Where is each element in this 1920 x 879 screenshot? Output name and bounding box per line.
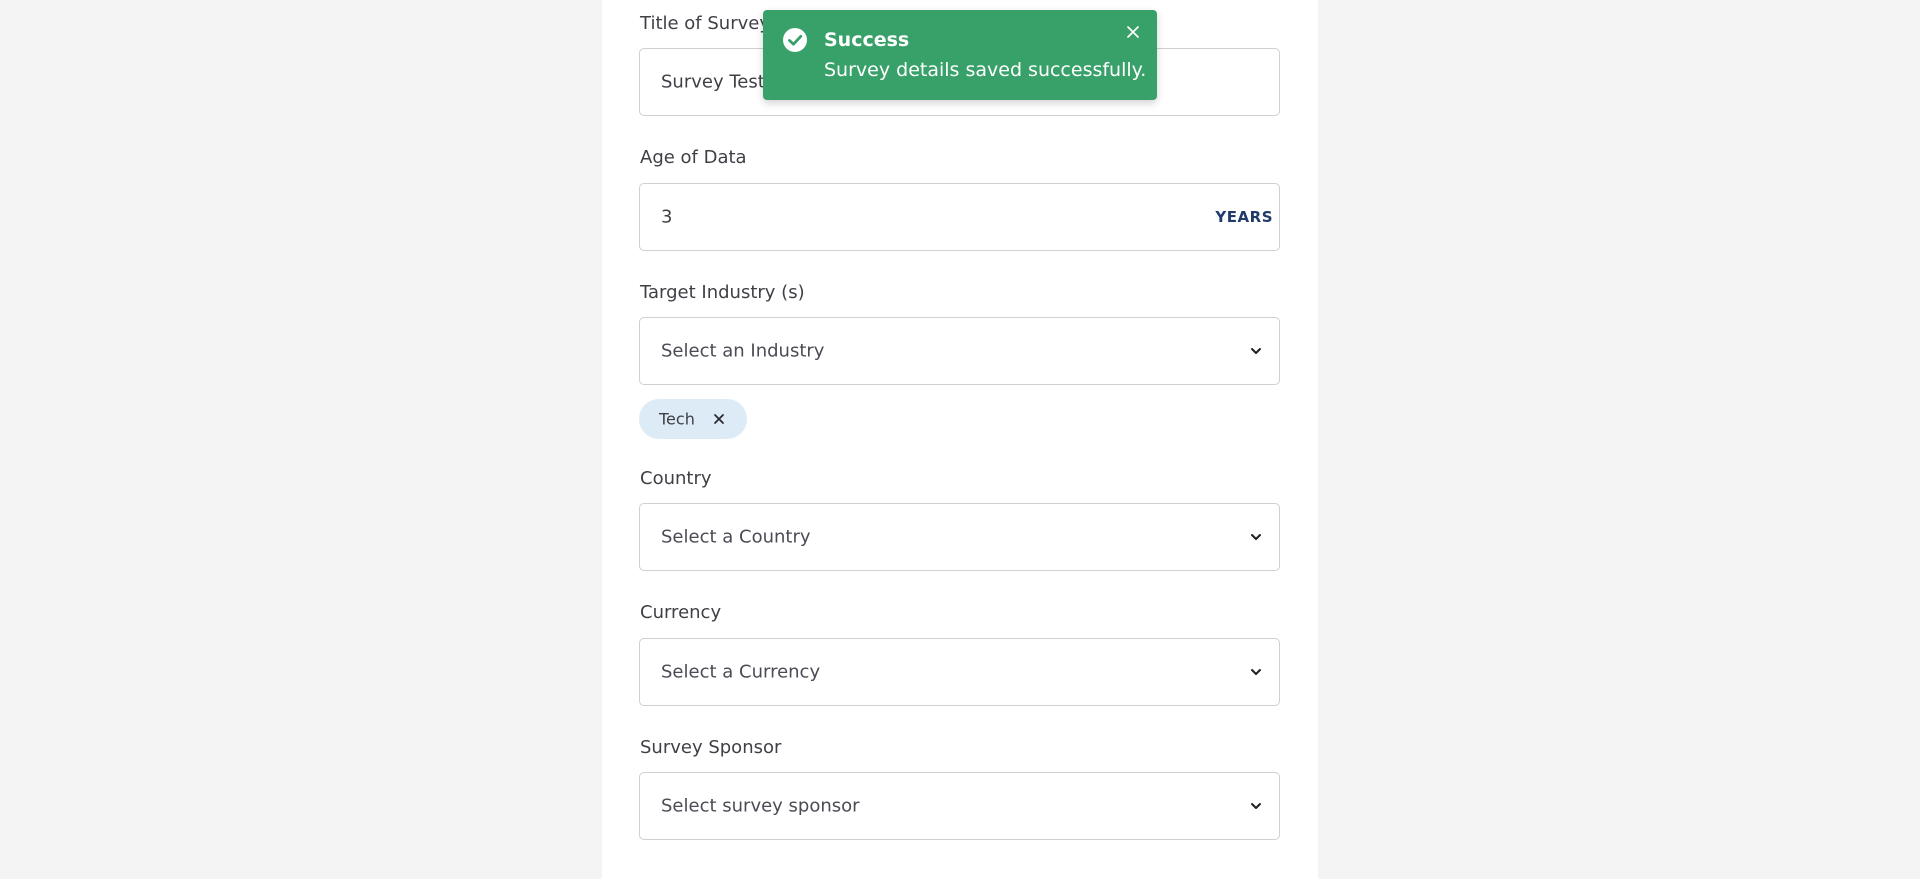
currency-select[interactable]: Select a Currency xyxy=(639,638,1280,706)
target-industry-select[interactable]: Select an Industry xyxy=(639,317,1280,385)
title-of-survey-label: Title of Survey xyxy=(640,13,770,34)
currency-placeholder: Select a Currency xyxy=(661,661,821,683)
chevron-down-icon xyxy=(1251,669,1261,675)
target-industry-label: Target Industry (s) xyxy=(640,282,805,303)
industry-chip-tech: Tech xyxy=(639,399,747,439)
country-label: Country xyxy=(640,468,712,489)
target-industry-placeholder: Select an Industry xyxy=(661,340,825,362)
industry-chip-label: Tech xyxy=(659,409,695,429)
check-circle-icon xyxy=(783,28,807,52)
chevron-down-icon xyxy=(1251,348,1261,354)
chevron-down-icon xyxy=(1251,803,1261,809)
years-unit-label: YEARS xyxy=(1215,208,1273,226)
age-of-data-label: Age of Data xyxy=(640,147,747,168)
toast-message: Survey details saved successfully. xyxy=(824,59,1147,81)
age-of-data-value: 3 xyxy=(661,206,673,228)
title-of-survey-value: Survey Test xyxy=(661,71,765,93)
survey-sponsor-placeholder: Select survey sponsor xyxy=(661,795,860,817)
age-of-data-input[interactable]: 3 YEARS xyxy=(639,183,1280,251)
chip-remove-icon[interactable] xyxy=(712,412,726,426)
currency-label: Currency xyxy=(640,602,722,623)
country-placeholder: Select a Country xyxy=(661,526,811,548)
country-select[interactable]: Select a Country xyxy=(639,503,1280,571)
success-toast: Success Survey details saved successfull… xyxy=(763,10,1157,100)
survey-sponsor-select[interactable]: Select survey sponsor xyxy=(639,772,1280,840)
chevron-down-icon xyxy=(1251,534,1261,540)
survey-sponsor-label: Survey Sponsor xyxy=(640,737,782,758)
toast-title: Success xyxy=(824,29,910,51)
close-icon[interactable] xyxy=(1124,23,1142,41)
